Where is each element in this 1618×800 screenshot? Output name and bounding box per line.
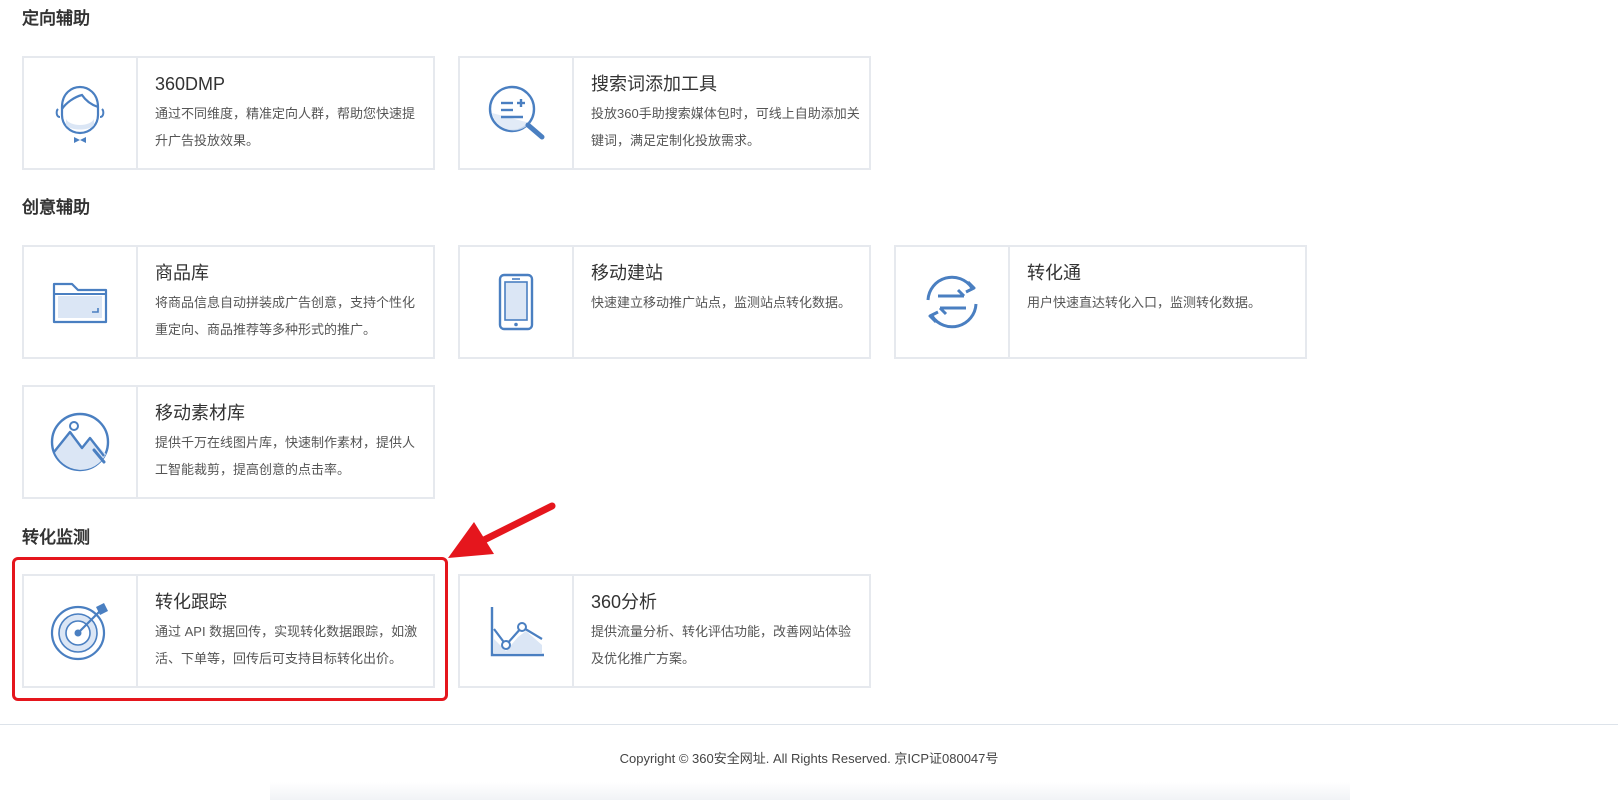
card-icon-area: [896, 247, 1010, 357]
section-title-conversion: 转化监测: [22, 528, 90, 547]
section-title-targeting: 定向辅助: [22, 9, 90, 28]
card-360dmp[interactable]: 360DMP 通过不同维度，精准定向人群，帮助您快速提升广告投放效果。: [22, 56, 435, 170]
card-icon-area: [460, 58, 574, 168]
card-title: 商品库: [155, 263, 209, 283]
card-desc: 投放360手助搜索媒体包时，可线上自助添加关键词，满足定制化投放需求。: [591, 106, 860, 148]
card-title: 移动素材库: [155, 403, 245, 423]
tablet-icon: [498, 273, 534, 331]
exchange-icon: [926, 275, 978, 329]
section-title-creative: 创意辅助: [22, 198, 90, 217]
card-conversion-tracking[interactable]: 转化跟踪 通过 API 数据回传，实现转化数据跟踪，如激活、下单等，回传后可支持…: [22, 574, 435, 688]
card-icon-area: [24, 576, 138, 686]
card-title: 360DMP: [155, 74, 226, 94]
card-icon-area: [460, 576, 574, 686]
footer-shadow: [270, 782, 1350, 800]
card-360-analytics[interactable]: 360分析 提供流量分析、转化评估功能，改善网站体验及优化推广方案。: [458, 574, 871, 688]
card-text-area: 移动素材库 提供千万在线图片库，快速制作素材，提供人工智能裁剪，提高创意的点击率…: [138, 387, 433, 497]
card-desc: 提供千万在线图片库，快速制作素材，提供人工智能裁剪，提高创意的点击率。: [155, 435, 416, 477]
card-icon-area: [24, 387, 138, 497]
card-icon-area: [460, 247, 574, 357]
search-list-icon: [488, 85, 545, 140]
card-icon-area: [24, 58, 138, 168]
folder-icon: [52, 282, 108, 324]
red-arrow-icon: [448, 502, 556, 558]
page: 定向辅助 360DMP 通过不同维度，精准定向人群，帮助您快速提升广告投放效果。: [0, 0, 1618, 800]
card-desc: 将商品信息自动拼装成广告创意，支持个性化重定向、商品推荐等多种形式的推广。: [155, 295, 416, 337]
card-text-area: 商品库 将商品信息自动拼装成广告创意，支持个性化重定向、商品推荐等多种形式的推广…: [138, 247, 433, 357]
card-product-library[interactable]: 商品库 将商品信息自动拼装成广告创意，支持个性化重定向、商品推荐等多种形式的推广…: [22, 245, 435, 359]
card-desc: 用户快速直达转化入口，监测转化数据。: [1027, 295, 1262, 310]
target-icon: [50, 603, 108, 661]
card-title: 转化通: [1027, 263, 1081, 283]
card-mobile-material-library[interactable]: 移动素材库 提供千万在线图片库，快速制作素材，提供人工智能裁剪，提高创意的点击率…: [22, 385, 435, 499]
line-chart-icon: [490, 607, 544, 657]
card-desc: 快速建立移动推广站点，监测站点转化数据。: [591, 295, 852, 310]
card-text-area: 转化跟踪 通过 API 数据回传，实现转化数据跟踪，如激活、下单等，回传后可支持…: [138, 576, 433, 686]
card-title: 移动建站: [591, 263, 663, 283]
card-desc: 通过不同维度，精准定向人群，帮助您快速提升广告投放效果。: [155, 106, 416, 148]
card-text-area: 搜索词添加工具 投放360手助搜索媒体包时，可线上自助添加关键词，满足定制化投放…: [574, 58, 869, 168]
card-title: 转化跟踪: [155, 592, 227, 612]
card-text-area: 360DMP 通过不同维度，精准定向人群，帮助您快速提升广告投放效果。: [138, 58, 433, 168]
card-text-area: 360分析 提供流量分析、转化评估功能，改善网站体验及优化推广方案。: [574, 576, 869, 686]
card-title: 搜索词添加工具: [591, 74, 717, 94]
card-icon-area: [24, 247, 138, 357]
card-title: 360分析: [591, 592, 658, 612]
avatar-icon: [55, 85, 105, 143]
card-desc: 提供流量分析、转化评估功能，改善网站体验及优化推广方案。: [591, 624, 852, 666]
card-text-area: 移动建站 快速建立移动推广站点，监测站点转化数据。: [574, 247, 869, 357]
footer-copyright: Copyright © 360安全网址. All Rights Reserved…: [619, 751, 999, 766]
card-mobile-site-builder[interactable]: 移动建站 快速建立移动推广站点，监测站点转化数据。: [458, 245, 871, 359]
card-text-area: 转化通 用户快速直达转化入口，监测转化数据。: [1010, 247, 1305, 357]
image-library-icon: [50, 412, 110, 472]
card-conversion-pass[interactable]: 转化通 用户快速直达转化入口，监测转化数据。: [894, 245, 1307, 359]
card-desc: 通过 API 数据回传，实现转化数据跟踪，如激活、下单等，回传后可支持目标转化出…: [155, 624, 418, 666]
footer-divider: [0, 724, 1618, 725]
card-search-keyword-tool[interactable]: 搜索词添加工具 投放360手助搜索媒体包时，可线上自助添加关键词，满足定制化投放…: [458, 56, 871, 170]
